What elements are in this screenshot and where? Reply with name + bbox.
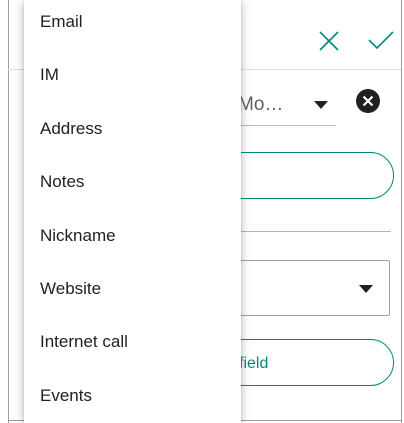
menu-item-label: Website: [40, 279, 102, 298]
cancel-button[interactable]: [314, 26, 344, 56]
close-icon: [319, 31, 339, 51]
remove-phone-button[interactable]: [356, 89, 380, 113]
frame-left: [8, 0, 9, 423]
phone-type-value: Mo…: [238, 94, 284, 115]
menu-item-notes[interactable]: Notes: [24, 162, 241, 202]
field-type-menu: Email IM Address Notes Nickname Website …: [24, 0, 241, 423]
menu-item-address[interactable]: Address: [24, 109, 241, 149]
add-field-label: field: [239, 355, 269, 372]
dropdown-arrow-icon: [359, 285, 373, 293]
menu-item-label: Internet call: [40, 332, 128, 351]
menu-item-internet-call[interactable]: Internet call: [24, 322, 241, 362]
menu-item-events[interactable]: Events: [24, 376, 241, 416]
menu-item-im[interactable]: IM: [24, 55, 241, 95]
frame-right: [401, 0, 402, 423]
menu-item-label: Email: [40, 12, 83, 31]
save-button[interactable]: [366, 26, 396, 56]
phone-type-dropdown[interactable]: Mo…: [230, 84, 336, 126]
menu-item-label: Events: [40, 386, 92, 405]
menu-item-email[interactable]: Email: [24, 2, 241, 42]
menu-item-label: Nickname: [40, 226, 116, 245]
menu-item-nickname[interactable]: Nickname: [24, 216, 241, 256]
menu-item-label: IM: [40, 65, 59, 84]
check-icon: [368, 31, 394, 50]
menu-item-label: Notes: [40, 172, 85, 191]
menu-item-website[interactable]: Website: [24, 269, 241, 309]
dropdown-arrow-icon: [314, 101, 328, 109]
remove-circle-icon: [362, 95, 374, 107]
menu-item-label: Address: [40, 119, 103, 138]
section-divider: [230, 231, 391, 232]
